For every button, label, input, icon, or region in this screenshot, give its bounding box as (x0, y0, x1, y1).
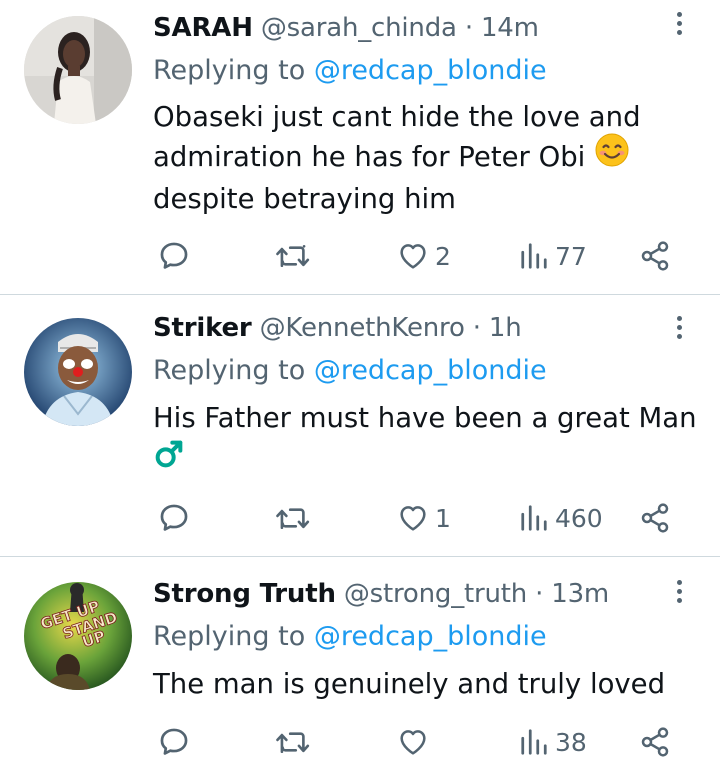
avatar-photo (24, 318, 132, 426)
tweet-text: Obaseki just cant hide the love and admi… (153, 97, 698, 219)
share-icon (641, 727, 669, 757)
views-icon (521, 729, 547, 755)
retweet-button[interactable] (275, 498, 311, 538)
tweet-text-part: His Father must have been a great Man (153, 402, 697, 434)
replying-to-label: Replying to (153, 355, 314, 386)
reply-icon (160, 504, 188, 531)
avatar[interactable] (24, 318, 132, 426)
views-icon (521, 243, 547, 269)
reply-tweet[interactable]: SARAH @sarah_chinda · 14m Replying to @r… (0, 0, 720, 295)
tweet-text-part: Obaseki just cant hide the love and admi… (153, 101, 641, 173)
separator-dot: · (464, 313, 489, 343)
views-button[interactable]: 460 (519, 498, 603, 538)
separator-dot: · (527, 579, 552, 609)
avatar-photo (24, 16, 132, 124)
user-handle[interactable]: @sarah_chinda (261, 13, 457, 43)
view-count: 38 (555, 727, 587, 757)
tweet-header: Strong Truth @strong_truth · 13m (153, 576, 609, 612)
reply-button[interactable] (157, 722, 191, 762)
replying-to: Replying to @redcap_blondie (153, 53, 547, 89)
tweet-text: The man is genuinely and truly loved (153, 668, 666, 700)
like-count: 2 (435, 241, 451, 271)
display-name[interactable]: SARAH (153, 13, 253, 43)
action-bar: 38 (153, 722, 693, 762)
share-icon (641, 241, 669, 271)
reply-button[interactable] (157, 236, 191, 276)
tweet-header: SARAH @sarah_chinda · 14m (153, 10, 539, 46)
views-button[interactable]: 77 (519, 236, 587, 276)
timestamp[interactable]: 13m (551, 579, 609, 609)
smiling-face-emoji (594, 132, 630, 179)
share-icon (641, 503, 669, 533)
action-bar: 2 77 (153, 236, 693, 276)
retweet-icon (276, 508, 310, 530)
more-vertical-icon[interactable] (672, 12, 686, 42)
separator-dot: · (456, 13, 481, 43)
reply-icon (160, 242, 188, 269)
avatar[interactable]: GET UP STAND UP (24, 582, 132, 690)
share-button[interactable] (639, 722, 671, 762)
replying-to: Replying to @redcap_blondie (153, 619, 547, 655)
reply-tweet[interactable]: Striker @KennethKenro · 1h Replying to @… (0, 296, 720, 557)
tweet-text-part: despite betraying him (153, 182, 456, 215)
tweet-text: His Father must have been a great Man (153, 398, 698, 481)
timestamp[interactable]: 1h (489, 313, 522, 343)
heart-icon (400, 244, 426, 269)
heart-icon (400, 730, 426, 755)
more-vertical-icon[interactable] (672, 580, 686, 610)
mention-link[interactable]: @redcap_blondie (314, 621, 547, 652)
tweet-header: Striker @KennethKenro · 1h (153, 310, 522, 346)
share-button[interactable] (639, 236, 671, 276)
like-button[interactable] (397, 722, 435, 762)
replying-to: Replying to @redcap_blondie (153, 353, 547, 389)
mention-link[interactable]: @redcap_blondie (314, 55, 547, 86)
replies-feed: SARAH @sarah_chinda · 14m Replying to @r… (0, 0, 720, 780)
retweet-icon (276, 244, 310, 268)
user-handle[interactable]: @strong_truth (344, 579, 527, 609)
views-icon (521, 505, 547, 531)
heart-icon (400, 506, 426, 531)
retweet-button[interactable] (275, 722, 311, 762)
display-name[interactable]: Striker (153, 313, 252, 343)
like-button[interactable]: 2 (397, 236, 451, 276)
display-name[interactable]: Strong Truth (153, 579, 336, 609)
like-button[interactable]: 1 (397, 498, 451, 538)
reply-icon (160, 728, 188, 755)
views-button[interactable]: 38 (519, 722, 587, 762)
timestamp[interactable]: 14m (481, 13, 539, 43)
avatar[interactable] (24, 16, 132, 124)
more-vertical-icon[interactable] (672, 316, 686, 346)
avatar-photo: GET UP STAND UP (24, 582, 132, 690)
view-count: 460 (555, 503, 603, 533)
mention-link[interactable]: @redcap_blondie (314, 355, 547, 386)
retweet-icon (276, 732, 310, 754)
view-count: 77 (555, 241, 587, 271)
male-sign-emoji (153, 438, 185, 481)
retweet-button[interactable] (275, 236, 311, 276)
like-count: 1 (435, 503, 451, 533)
user-handle[interactable]: @KennethKenro (260, 313, 465, 343)
reply-tweet[interactable]: GET UP STAND UP Strong Truth @strong_tru… (0, 558, 720, 780)
reply-button[interactable] (157, 498, 191, 538)
share-button[interactable] (639, 498, 671, 538)
replying-to-label: Replying to (153, 621, 314, 652)
action-bar: 1 460 (153, 498, 693, 538)
replying-to-label: Replying to (153, 55, 314, 86)
